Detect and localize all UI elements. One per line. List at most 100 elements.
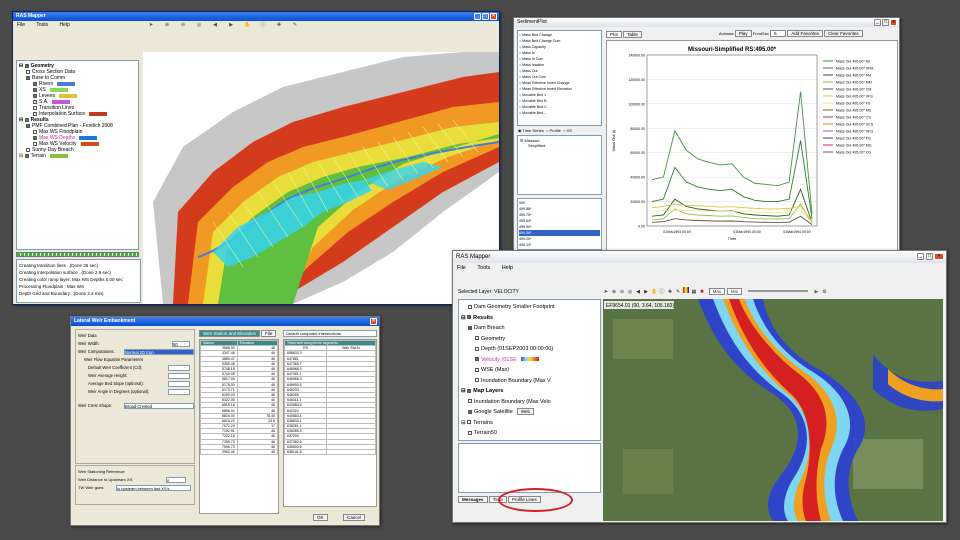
maximize-button[interactable]: □ [926,253,933,260]
layer-checkbox[interactable] [468,409,472,414]
table-cell[interactable]: 636141.8 [284,448,328,456]
layer-checkbox[interactable] [33,87,37,92]
palette-icon[interactable] [683,287,689,293]
param-input[interactable] [168,373,190,379]
back-icon[interactable]: ◀ [635,289,641,295]
layer-checkbox[interactable] [33,105,37,110]
layer-checkbox[interactable] [33,93,37,98]
title-bar[interactable]: Lateral Weir Embankment × [71,317,379,326]
table-cell[interactable]: 46 [236,448,278,456]
layer-checkbox[interactable] [468,304,472,309]
layer-checkbox[interactable] [33,129,37,134]
zoom-out-icon[interactable]: ⊖ [180,22,186,28]
cancel-button[interactable]: Cancel [343,514,366,521]
max-button[interactable]: Max [708,288,726,295]
layer-checkbox[interactable] [33,111,37,116]
layer-checkbox[interactable] [468,430,472,435]
station-item[interactable]: 499.13* [519,242,600,248]
tree-item[interactable]: Geometry [461,334,598,345]
play-icon[interactable]: ▶ [813,289,819,295]
layer-checkbox[interactable] [26,75,30,80]
layer-checkbox[interactable] [467,315,472,320]
minimize-button[interactable]: _ [474,13,481,20]
minimize-button[interactable]: _ [917,253,924,260]
radio-xs[interactable]: ○ XS [563,128,572,133]
zoom-out-icon[interactable]: ⊖ [619,289,625,295]
layer-checkbox[interactable] [475,378,479,383]
layer-checkbox[interactable] [467,420,472,425]
pan-icon[interactable]: ✋ [651,289,657,295]
tree-item[interactable]: Velocity (01SE [461,355,598,366]
tree-item[interactable]: Dam Breach [461,323,598,334]
tab-messages[interactable]: Messages [458,496,488,503]
back-icon[interactable]: ◀ [212,22,218,28]
radio-profile[interactable]: ○ Profile [546,128,561,133]
pan-icon[interactable]: ✋ [244,22,250,28]
tab-weir-station[interactable]: Weir Station and Elevation [199,330,260,337]
add-favorites-button[interactable]: Add Favorites [787,30,823,37]
minimize-button[interactable]: _ [874,19,881,26]
layer-checkbox[interactable] [33,135,37,140]
layer-checkbox[interactable] [467,388,472,393]
layer-checkbox[interactable] [33,81,37,86]
edit-icon[interactable]: ✎ [675,289,681,295]
zoom-in-icon[interactable]: ⊕ [611,289,617,295]
forward-icon[interactable]: ▶ [228,22,234,28]
menu-help[interactable]: Help [502,265,513,271]
param-input[interactable] [168,365,190,371]
layer-checkbox[interactable] [24,153,29,158]
frames-input[interactable]: 5 [770,30,787,37]
measure-icon[interactable]: ✚ [667,289,673,295]
ref-select-2[interactable]: Is upsteam between last XS's [116,485,191,491]
radio-time-series[interactable]: ◉ Time Series [518,128,544,133]
tab-file[interactable]: File [261,330,277,337]
tree-item[interactable]: WSE (Max) [461,365,598,376]
layer-extra-button[interactable]: Web [516,408,535,415]
tree-item[interactable]: ⊟ Map Layers [461,386,598,397]
layer-checkbox[interactable] [33,141,37,146]
min-button[interactable]: Min [726,288,743,295]
menu-tools[interactable]: Tools [477,265,490,271]
measure-icon[interactable]: ✚ [276,22,282,28]
tab-plot[interactable]: Plot [606,31,622,38]
tree-item[interactable]: ⊟ Results [461,313,598,324]
title-bar[interactable]: RAS Mapper _ □ × [453,251,946,263]
clear-favorites-button[interactable]: Clear Favorites [824,30,863,37]
weir-comp-select[interactable]: Normal 2D Eqn [124,349,194,355]
close-button[interactable]: × [934,253,944,260]
map-view[interactable]: EF9654.01 (00, 3.64, 105.183) [603,299,943,521]
layer-checkbox[interactable] [475,346,479,351]
weir-width-input[interactable]: 50 [172,341,190,347]
maximize-button[interactable]: □ [482,13,489,20]
param-input[interactable] [168,381,190,387]
param-input[interactable] [168,389,190,395]
tree-item[interactable]: Depth (01SEP2003 00:00:00) [461,344,598,355]
tree-item[interactable]: Terrain50 [461,428,598,439]
info-icon[interactable]: ⓘ [659,289,665,295]
title-bar[interactable]: RAS Mapper _ □ × [13,12,499,21]
layer-checkbox[interactable] [26,147,30,152]
layer-checkbox[interactable] [475,357,479,362]
layers-icon[interactable]: ▦ [691,289,697,295]
menu-file[interactable]: File [457,265,466,271]
pointer-icon[interactable]: ➤ [148,22,154,28]
time-slider[interactable] [747,290,808,293]
layer-checkbox[interactable] [26,123,30,128]
close-map-icon[interactable]: ✖ [699,289,705,295]
close-button[interactable]: × [490,13,497,20]
pointer-icon[interactable]: ➤ [603,289,609,295]
layer-checkbox[interactable] [26,69,30,74]
tree-item[interactable]: Inundation Boundary (Max V [461,376,598,387]
reach-item[interactable]: Simplified [520,143,599,148]
intersect-select[interactable]: Default computed intersections [283,330,377,337]
menu-tools[interactable]: Tools [36,22,48,28]
map-view[interactable] [143,52,499,304]
tree-item[interactable]: Dam Geometry Smaller Footprint [461,302,598,313]
layer-checkbox[interactable] [33,99,37,104]
tree-item[interactable]: ⊟ Terrain [19,153,136,159]
menu-help[interactable]: Help [59,22,69,28]
layer-checkbox[interactable] [475,336,479,341]
table-cell[interactable] [326,448,376,456]
layer-checkbox[interactable] [468,399,472,404]
tab-table[interactable]: Table [623,31,642,38]
